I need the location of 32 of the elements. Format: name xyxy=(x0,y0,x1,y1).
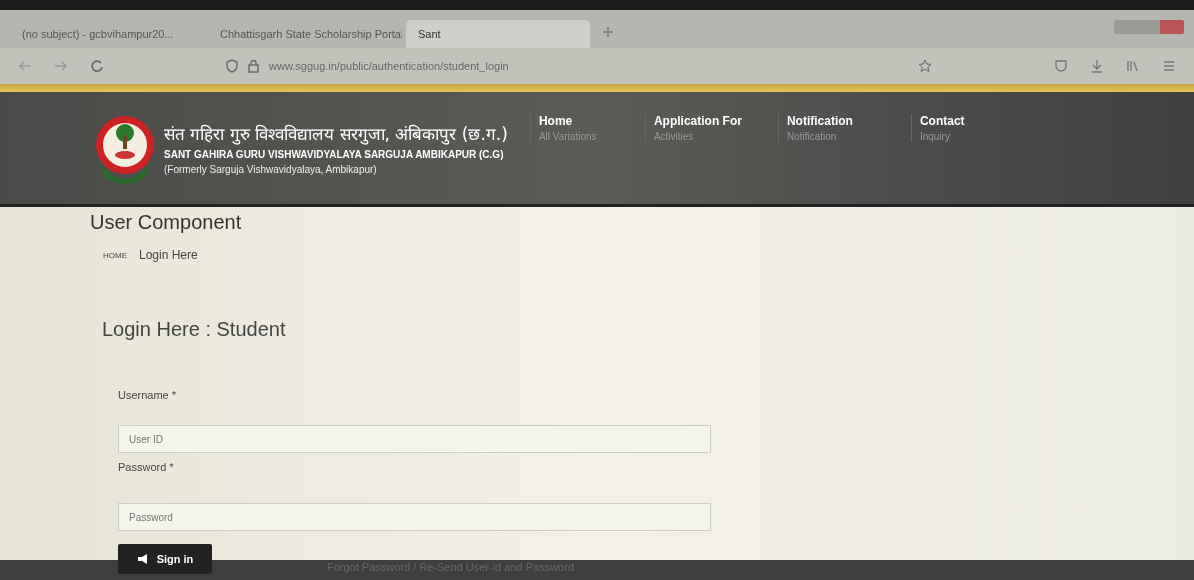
new-tab-icon[interactable] xyxy=(602,26,614,38)
field-label: Username * xyxy=(118,389,178,401)
nav-link[interactable]: Contact Inquiry xyxy=(910,114,1044,142)
field-label: Password * xyxy=(118,461,175,473)
pocket-icon[interactable] xyxy=(1054,59,1068,73)
university-name-english: SANT GAHIRA GURU VISHWAVIDYALAYA SARGUJA AMBIKAPUR (C.G) xyxy=(164,148,505,160)
menu-icon[interactable] xyxy=(1162,59,1176,73)
reload-icon[interactable] xyxy=(90,59,104,73)
window-controls-icon[interactable] xyxy=(1114,20,1184,34)
nav-link[interactable]: Application For Activities xyxy=(644,114,778,142)
page-title: User Component xyxy=(90,211,243,234)
former-name-text: (Formerly Sarguja Vishwavidyalaya, Ambikapur) xyxy=(164,163,378,175)
sign-in-button[interactable]: Sign in xyxy=(118,544,212,574)
nav-link[interactable]: Home All Variations xyxy=(529,114,645,142)
library-icon[interactable] xyxy=(1126,59,1140,73)
star-icon[interactable] xyxy=(918,59,932,73)
nav-link[interactable]: Notification Notification xyxy=(777,114,911,142)
browser-tab[interactable]: Sant xyxy=(406,20,590,48)
shield-icon[interactable] xyxy=(226,59,238,73)
speaker-icon xyxy=(136,554,149,564)
password-field[interactable]: Password xyxy=(118,503,711,531)
breadcrumb-link[interactable]: HOME xyxy=(103,250,127,260)
forward-icon[interactable] xyxy=(54,60,68,72)
browser-tab[interactable]: Chhattisgarh State Scholarship Portal xyxy=(208,20,402,48)
login-heading: Login Here : Student xyxy=(102,318,287,341)
download-icon[interactable] xyxy=(1090,59,1104,73)
lock-icon[interactable] xyxy=(248,59,259,73)
browser-tab[interactable]: (no subject) - gcbvihampur20... xyxy=(10,20,204,48)
username-field[interactable]: User ID xyxy=(118,425,711,453)
breadcrumb-link[interactable]: Login Here xyxy=(139,248,198,262)
university-name-hindi: संत गहिरा गुरु विश्वविद्यालय सरगुजा, अंबिकापुर (छ.ग.) xyxy=(164,122,508,145)
back-icon[interactable] xyxy=(18,60,32,72)
